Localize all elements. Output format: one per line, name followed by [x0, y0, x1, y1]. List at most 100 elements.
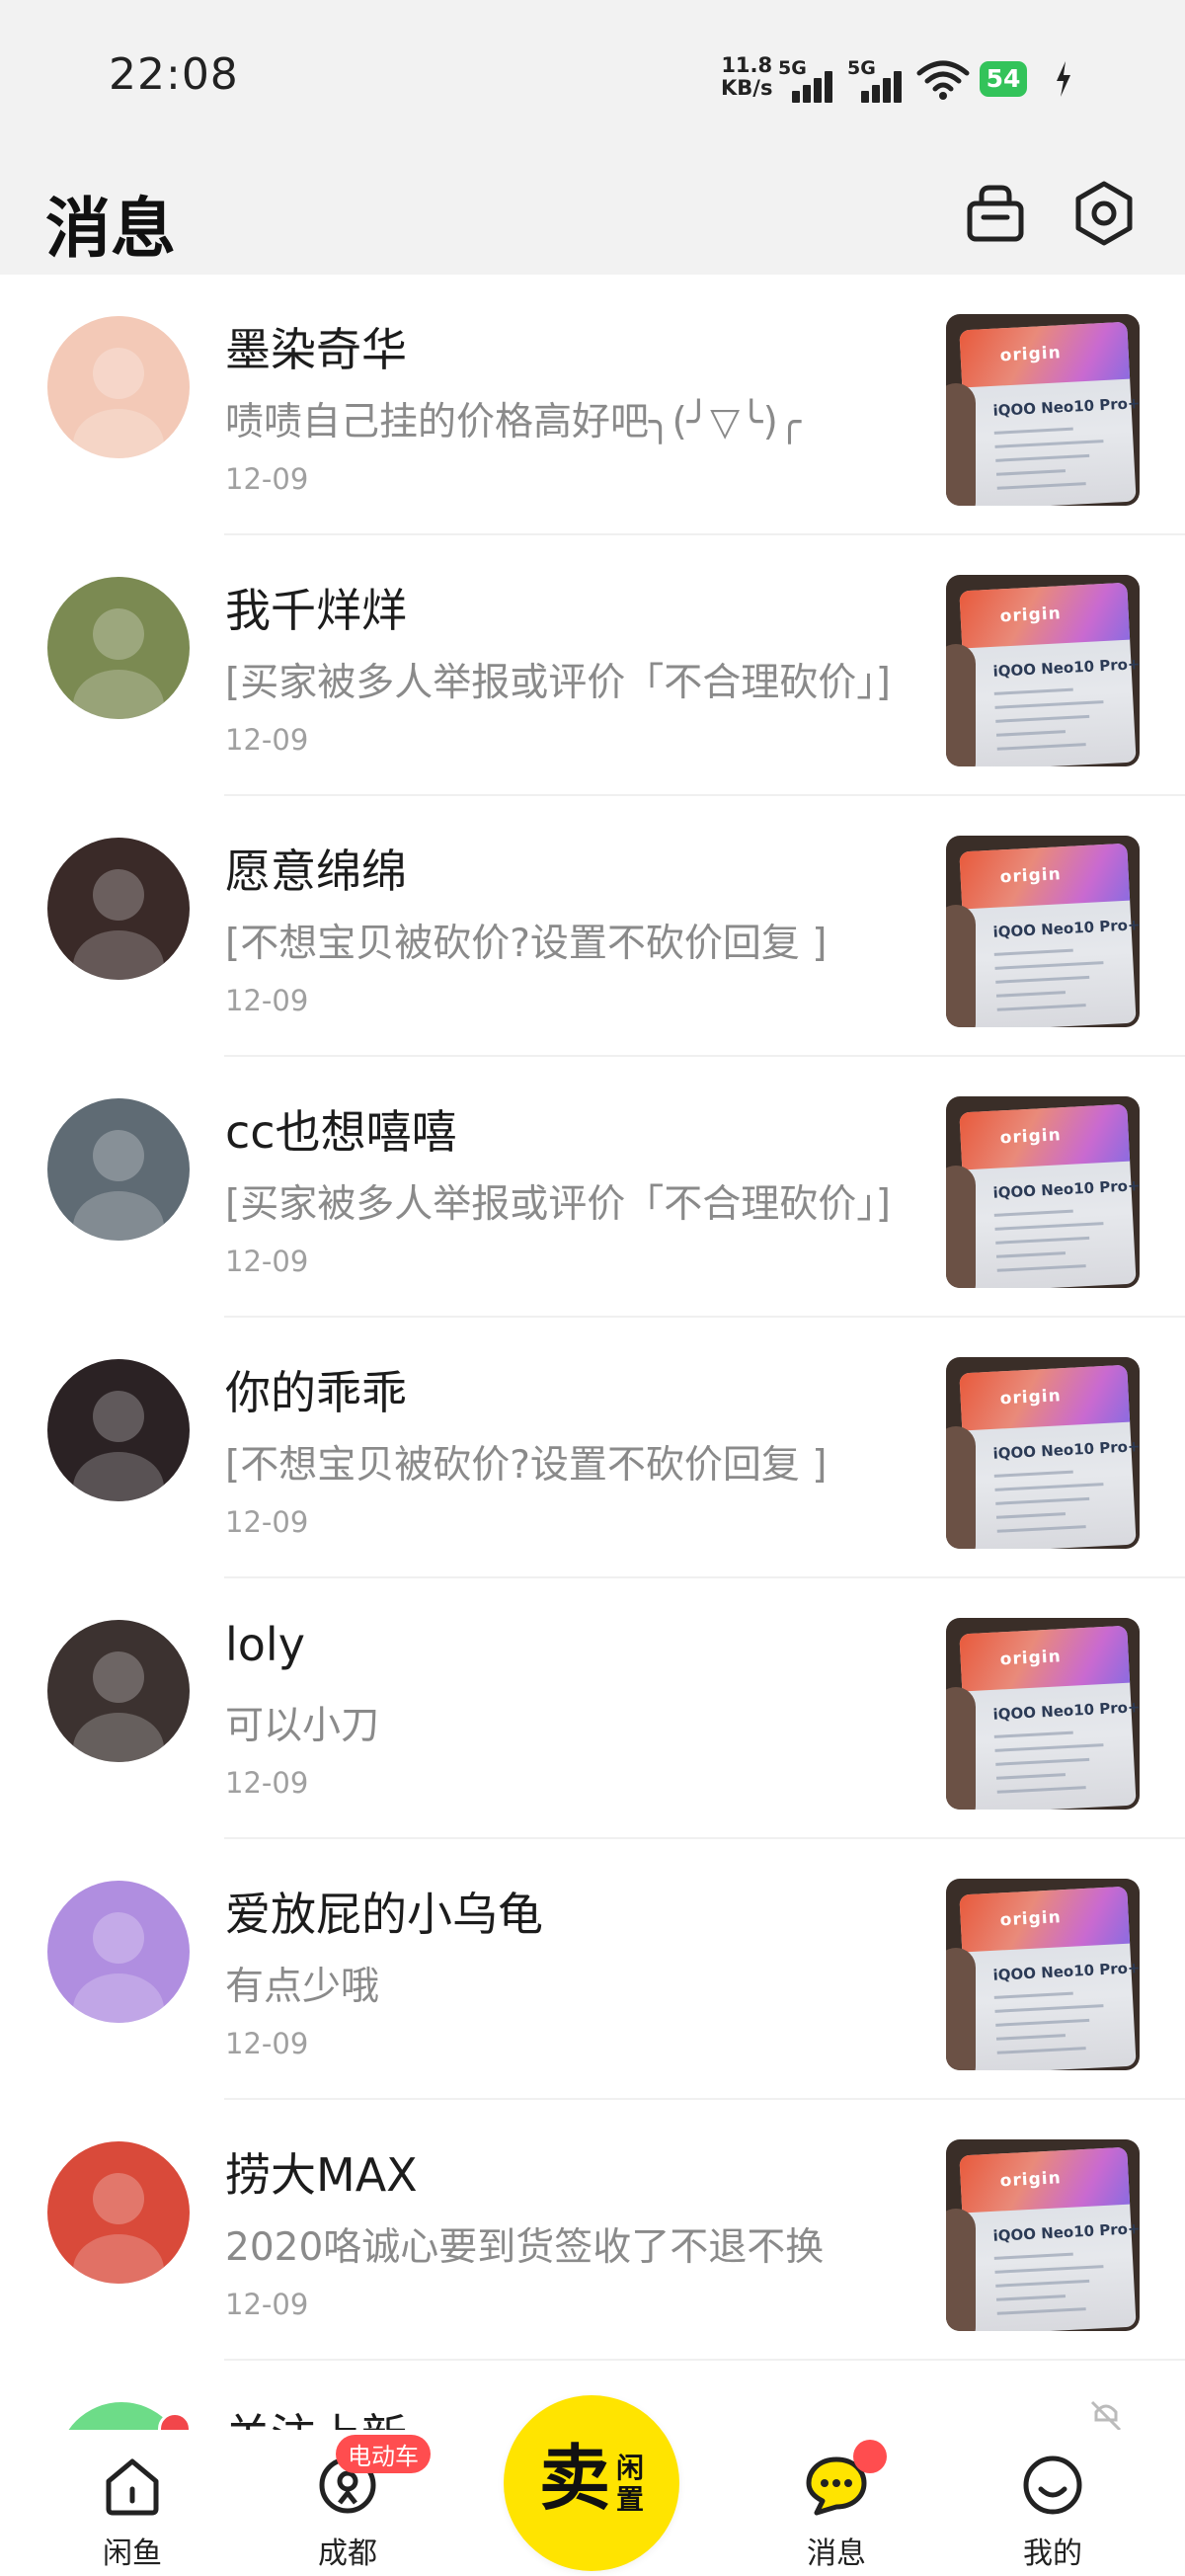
- status-bar: 22:08 11.8 KB/s 5G 5G 54: [0, 0, 1185, 158]
- avatar[interactable]: [47, 1881, 190, 2023]
- message-preview: 啧啧自己挂的价格高好吧╮(╯▽╰)╭: [225, 400, 802, 444]
- conversation-list: 墨染奇华 啧啧自己挂的价格高好吧╮(╯▽╰)╭ 12-09 origin iQO…: [0, 275, 1185, 2361]
- avatar[interactable]: [47, 577, 190, 719]
- message-date: 12-09: [225, 723, 309, 757]
- thumbnail-model: iQOO Neo10 Pro+: [992, 916, 1140, 941]
- unread-dot: [158, 2412, 192, 2430]
- item-thumbnail[interactable]: origin iQOO Neo10 Pro+: [946, 1879, 1140, 2070]
- messages-unread-dot: [853, 2440, 887, 2473]
- thumbnail-model: iQOO Neo10 Pro+: [992, 1176, 1140, 1202]
- tab-home[interactable]: 闲鱼: [63, 2430, 201, 2576]
- network-speed-value: 11.8: [721, 53, 773, 77]
- page-header: 消息: [0, 158, 1185, 275]
- thumbnail-model: iQOO Neo10 Pro+: [992, 394, 1140, 420]
- avatar-image: [47, 1098, 190, 1241]
- status-time: 22:08: [109, 49, 239, 100]
- avatar[interactable]: [47, 838, 190, 980]
- contact-name: 捞大MAX: [225, 2148, 418, 2202]
- city-badge: 电动车: [336, 2435, 431, 2473]
- avatar-image: [47, 316, 190, 458]
- avatar-image: [47, 1620, 190, 1762]
- sell-button-label: 卖: [539, 2437, 611, 2520]
- battery-level: 54: [980, 61, 1027, 97]
- contact-name: 爱放屁的小乌龟: [225, 1888, 543, 1941]
- message-preview: 有点少哦: [225, 1965, 380, 2009]
- item-thumbnail[interactable]: origin iQOO Neo10 Pro+: [946, 1096, 1140, 1288]
- avatar-image: [47, 2141, 190, 2284]
- avatar[interactable]: [47, 1620, 190, 1762]
- avatar-image: [47, 838, 190, 980]
- contact-name: 你的乖乖: [225, 1366, 407, 1419]
- item-thumbnail[interactable]: origin iQOO Neo10 Pro+: [946, 575, 1140, 766]
- smile-icon: [1023, 2455, 1082, 2515]
- contact-name: 我千烊烊: [225, 584, 407, 637]
- thumbnail-brand: origin: [999, 343, 1063, 366]
- conversation-row[interactable]: 爱放屁的小乌龟 有点少哦 12-09 origin iQOO Neo10 Pro…: [0, 1839, 1185, 2100]
- network-speed-unit: KB/s: [721, 76, 773, 100]
- thumbnail-model: iQOO Neo10 Pro+: [992, 2219, 1140, 2245]
- avatar-image: [47, 577, 190, 719]
- wifi-icon: [916, 60, 970, 100]
- tab-messages-label: 消息: [807, 2536, 866, 2571]
- contact-name: 关注上新: [225, 2400, 407, 2430]
- avatar-image: [47, 1881, 190, 2023]
- conversation-row[interactable]: 我千烊烊 [买家被多人举报或评价「不合理砍价」] 12-09 origin iQ…: [0, 535, 1185, 796]
- item-thumbnail[interactable]: origin iQOO Neo10 Pro+: [946, 1357, 1140, 1549]
- contact-name: 愿意绵绵: [225, 845, 407, 898]
- sell-button[interactable]: 卖 闲置: [504, 2395, 679, 2571]
- bag-icon[interactable]: [960, 178, 1031, 249]
- thumbnail-model: iQOO Neo10 Pro+: [992, 1437, 1140, 1463]
- conversation-row[interactable]: 你的乖乖 [不想宝贝被砍价?设置不砍价回复 ] 12-09 origin iQO…: [0, 1318, 1185, 1578]
- thumbnail-model: iQOO Neo10 Pro+: [992, 1959, 1140, 1984]
- message-preview: [不想宝贝被砍价?设置不砍价回复 ]: [225, 922, 828, 966]
- network-speed: 11.8 KB/s: [721, 54, 772, 100]
- contact-name: loly: [225, 1618, 305, 1671]
- conversation-row[interactable]: 捞大MAX 2020咯诚心要到货签收了不退不换 12-09 origin iQO…: [0, 2100, 1185, 2361]
- home-icon: [106, 2458, 159, 2516]
- message-date: 12-09: [225, 2027, 309, 2060]
- message-preview: [不想宝贝被砍价?设置不砍价回复 ]: [225, 1443, 828, 1488]
- mute-icon: [1090, 2400, 1122, 2430]
- settings-icon[interactable]: [1068, 178, 1140, 249]
- item-thumbnail[interactable]: origin iQOO Neo10 Pro+: [946, 2139, 1140, 2331]
- avatar[interactable]: [47, 1359, 190, 1501]
- message-preview: [买家被多人举报或评价「不合理砍价」]: [225, 1182, 891, 1227]
- message-preview: 2020咯诚心要到货签收了不退不换: [225, 2225, 825, 2270]
- tab-me-label: 我的: [1023, 2536, 1082, 2571]
- item-thumbnail[interactable]: origin iQOO Neo10 Pro+: [946, 836, 1140, 1027]
- thumbnail-brand: origin: [999, 604, 1063, 627]
- tab-city-label: 成都: [318, 2536, 377, 2571]
- thumbnail-brand: origin: [999, 1907, 1063, 1931]
- tab-home-label: 闲鱼: [103, 2536, 162, 2571]
- conversation-row[interactable]: loly 可以小刀 12-09 origin iQOO Neo10 Pro+: [0, 1578, 1185, 1839]
- thumbnail-brand: origin: [999, 864, 1063, 888]
- charging-icon: [1057, 61, 1070, 97]
- thumbnail-brand: origin: [999, 1386, 1063, 1409]
- message-date: 12-09: [225, 1245, 309, 1278]
- message-date: 12-09: [225, 1505, 309, 1539]
- message-preview: [买家被多人举报或评价「不合理砍价」]: [225, 661, 891, 705]
- conversation-row[interactable]: cc也想嘻嘻 [买家被多人举报或评价「不合理砍价」] 12-09 origin …: [0, 1057, 1185, 1318]
- message-preview: 可以小刀: [225, 1704, 380, 1748]
- message-date: 12-09: [225, 462, 309, 496]
- conversation-row[interactable]: 愿意绵绵 [不想宝贝被砍价?设置不砍价回复 ] 12-09 origin iQO…: [0, 796, 1185, 1057]
- avatar[interactable]: [47, 2141, 190, 2284]
- thumbnail-brand: origin: [999, 1125, 1063, 1149]
- item-thumbnail[interactable]: origin iQOO Neo10 Pro+: [946, 1618, 1140, 1810]
- thumbnail-model: iQOO Neo10 Pro+: [992, 655, 1140, 681]
- tab-me[interactable]: 我的: [984, 2430, 1122, 2576]
- contact-name: 墨染奇华: [225, 323, 407, 376]
- sell-button-sublabel: 闲置: [616, 2452, 645, 2516]
- thumbnail-brand: origin: [999, 2168, 1063, 2192]
- message-date: 12-09: [225, 1766, 309, 1800]
- thumbnail-model: iQOO Neo10 Pro+: [992, 1698, 1140, 1724]
- avatar[interactable]: [47, 316, 190, 458]
- message-date: 12-09: [225, 2288, 309, 2321]
- contact-name: cc也想嘻嘻: [225, 1105, 457, 1159]
- page-title: 消息: [45, 191, 176, 267]
- avatar-image: [47, 1359, 190, 1501]
- thumbnail-brand: origin: [999, 1647, 1063, 1670]
- item-thumbnail[interactable]: origin iQOO Neo10 Pro+: [946, 314, 1140, 506]
- conversation-row[interactable]: 墨染奇华 啧啧自己挂的价格高好吧╮(╯▽╰)╭ 12-09 origin iQO…: [0, 275, 1185, 535]
- avatar[interactable]: [47, 1098, 190, 1241]
